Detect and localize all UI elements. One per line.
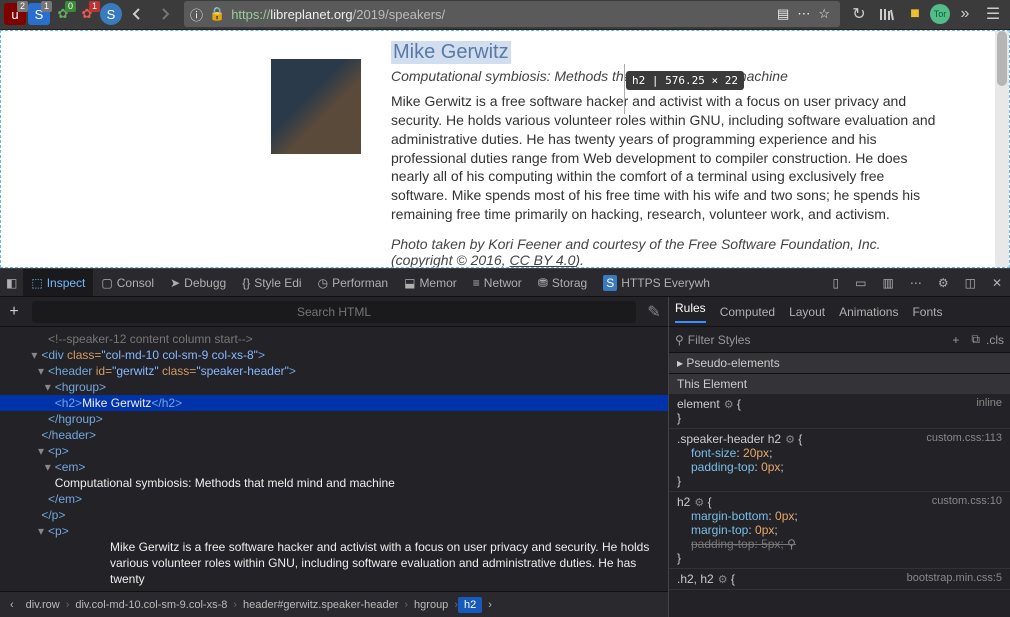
devtools-close-icon[interactable]: ◧: [0, 269, 23, 296]
crumb-next[interactable]: ›: [482, 599, 498, 611]
ext-icon-5[interactable]: S: [100, 3, 122, 25]
this-element-label: This Element: [669, 374, 1010, 394]
add-element-button[interactable]: +: [0, 303, 28, 321]
filter-styles-input[interactable]: Filter Styles: [688, 333, 947, 347]
ext-icon-3[interactable]: ✿0: [52, 3, 74, 25]
devtools-iframe-icon[interactable]: ▯: [825, 269, 848, 296]
css-rules-list: element⚙ {inline } .speaker-header h2⚙ {…: [669, 394, 1010, 617]
bookmark-icon[interactable]: ☆: [818, 6, 830, 22]
html-tree[interactable]: <!--speaker-12 content column start--> ▾…: [0, 327, 668, 591]
tab-https[interactable]: S HTTPS Everywh: [595, 269, 718, 296]
add-rule-button[interactable]: +: [952, 333, 959, 347]
browser-toolbar: u2 S1 ✿0 ✿1 S ⓘ 🔒 https://libreplanet.or…: [0, 0, 1010, 30]
ext-icon-yellow[interactable]: ■: [902, 1, 928, 27]
devtools-dock-icon[interactable]: ◫: [957, 269, 984, 296]
tab-performance[interactable]: ◷ Performan: [310, 269, 397, 296]
ublock-icon[interactable]: u2: [4, 3, 26, 25]
devtools-rdm-icon[interactable]: ▭: [847, 269, 874, 296]
inspector-rules-pane: Rules Computed Layout Animations Fonts ⚲…: [668, 297, 1010, 617]
rule-h2[interactable]: h2⚙ {custom.css:10 margin-bottom: 0px; m…: [669, 492, 1010, 569]
devtools-close-button[interactable]: ✕: [984, 269, 1010, 296]
edit-html-button[interactable]: ✎: [640, 302, 668, 322]
filter-styles-row: ⚲ Filter Styles + ⧉ .cls: [669, 327, 1010, 353]
tab-memory[interactable]: ⬓ Memor: [396, 269, 465, 296]
search-html-input[interactable]: [32, 301, 636, 323]
url-host: libreplanet.org: [270, 7, 352, 22]
overflow-button[interactable]: »: [952, 1, 978, 27]
cls-button[interactable]: .cls: [986, 333, 1004, 347]
rules-side-tabs: Rules Computed Layout Animations Fonts: [669, 297, 1010, 327]
ext-icon-2[interactable]: S1: [28, 3, 50, 25]
cc-license-link[interactable]: CC BY 4.0: [510, 252, 576, 268]
tab-network[interactable]: ≡ Networ: [465, 269, 530, 296]
tor-icon[interactable]: Tor: [930, 4, 950, 24]
url-protocol: https://: [231, 7, 270, 22]
sidetab-layout[interactable]: Layout: [789, 305, 825, 319]
breadcrumb-bar: ‹ div.row › div.col-md-10.col-sm-9.col-xs…: [0, 591, 668, 617]
sidetab-rules[interactable]: Rules: [675, 301, 706, 323]
speaker-name-heading: Mike Gerwitz: [391, 41, 511, 64]
speaker-photo: [271, 59, 361, 154]
tab-styleedit[interactable]: {} Style Edi: [234, 269, 309, 296]
reload-button[interactable]: ↻: [846, 1, 872, 27]
hov-button[interactable]: ⧉: [971, 332, 980, 347]
rule-inline[interactable]: element⚙ {inline }: [669, 394, 1010, 429]
pseudo-elements-section[interactable]: ▸ Pseudo-elements: [669, 353, 1010, 374]
rule-speaker-header[interactable]: .speaker-header h2⚙ {custom.css:113 font…: [669, 429, 1010, 492]
rule-bootstrap-h2[interactable]: .h2, h2⚙ {bootstrap.min.css:5: [669, 569, 1010, 590]
tab-debugger[interactable]: ➤ Debugg: [162, 269, 234, 296]
menu-button[interactable]: ☰: [980, 1, 1006, 27]
tab-console[interactable]: ▢ Consol: [93, 269, 162, 296]
devtools-panel: ◧ ⬚ Inspect ▢ Consol ➤ Debugg {} Style E…: [0, 268, 1010, 617]
info-icon[interactable]: ⓘ: [190, 5, 203, 24]
page-content: Mike Gerwitz Computational symbiosis: Me…: [0, 30, 1010, 268]
inspector-tooltip: h2 | 576.25 × 22: [626, 71, 744, 90]
devtools-tabs: ◧ ⬚ Inspect ▢ Consol ➤ Debugg {} Style E…: [0, 269, 1010, 297]
inspector-left-pane: + ✎ <!--speaker-12 content column start-…: [0, 297, 668, 617]
speaker-bio-text: Mike Gerwitz is a free software hacker a…: [391, 92, 939, 224]
sidetab-animations[interactable]: Animations: [839, 305, 898, 319]
tab-inspector[interactable]: ⬚ Inspect: [23, 269, 93, 296]
sidetab-computed[interactable]: Computed: [720, 305, 775, 319]
crumb-0[interactable]: div.row: [20, 599, 66, 611]
funnel-icon: ⚲: [675, 333, 684, 347]
reader-icon[interactable]: ▤: [777, 6, 789, 22]
sidetab-fonts[interactable]: Fonts: [912, 305, 942, 319]
url-bar[interactable]: ⓘ 🔒 https://libreplanet.org/2019/speaker…: [184, 1, 840, 27]
crumb-prev[interactable]: ‹: [4, 599, 20, 611]
crumb-2[interactable]: header#gerwitz.speaker-header: [237, 599, 404, 611]
crumb-1[interactable]: div.col-md-10.col-sm-9.col-xs-8: [69, 599, 233, 611]
more-icon[interactable]: ⋯: [797, 6, 810, 22]
tab-storage[interactable]: ⛃ Storag: [530, 269, 595, 296]
back-button[interactable]: [124, 1, 150, 27]
ext-icon-4[interactable]: ✿1: [76, 3, 98, 25]
devtools-settings-icon[interactable]: ⚙: [930, 269, 957, 296]
forward-button[interactable]: [152, 1, 178, 27]
crumb-3[interactable]: hgroup: [408, 599, 454, 611]
lock-icon: 🔒: [209, 6, 225, 22]
devtools-more-icon[interactable]: ⋯: [902, 269, 930, 296]
photo-credit: Photo taken by Kori Feener and courtesy …: [391, 236, 939, 268]
library-button[interactable]: [874, 1, 900, 27]
crumb-4[interactable]: h2: [458, 597, 482, 613]
page-scrollbar[interactable]: [995, 31, 1009, 267]
url-path: /2019/speakers/: [353, 7, 446, 22]
devtools-doc-icon[interactable]: ▥: [874, 269, 901, 296]
